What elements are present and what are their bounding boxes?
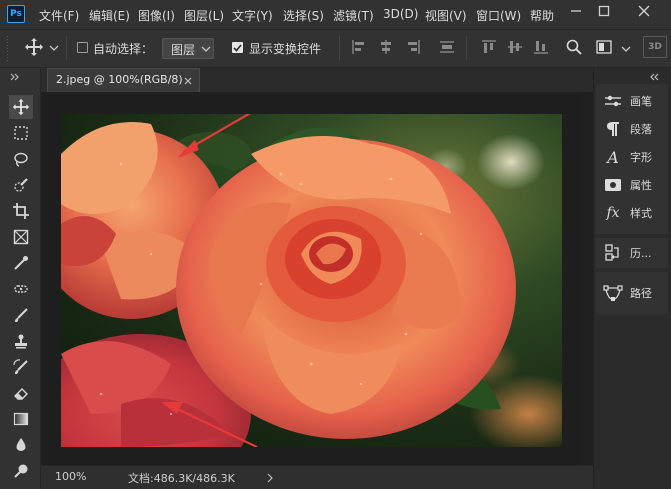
auto-select-label: 自动选择： bbox=[93, 42, 154, 56]
document-info: 文档:486.3K/486.3K bbox=[128, 472, 235, 485]
menu-view[interactable]: 视图(V) bbox=[425, 7, 467, 24]
rose-photo-image bbox=[61, 114, 562, 447]
panel-properties[interactable]: 属性 bbox=[602, 174, 664, 196]
align-left-edges-icon[interactable] bbox=[351, 39, 367, 58]
panel-label: 路径 bbox=[630, 287, 652, 300]
photoshop-logo: Ps bbox=[7, 5, 25, 23]
quick-selection-tool-icon[interactable] bbox=[9, 173, 33, 197]
options-divider bbox=[339, 36, 340, 60]
history-icon bbox=[602, 244, 624, 262]
3d-mode-label: 3D bbox=[648, 42, 662, 52]
toolbar-grip-icon bbox=[8, 86, 34, 96]
dodge-tool-icon[interactable] bbox=[9, 459, 33, 483]
history-brush-tool-icon[interactable] bbox=[9, 355, 33, 379]
paths-icon bbox=[602, 285, 624, 301]
workspace-switcher-icon[interactable] bbox=[596, 39, 614, 58]
show-transform-checkbox[interactable] bbox=[232, 42, 243, 53]
menu-image[interactable]: 图像(I) bbox=[138, 7, 175, 24]
menu-layer[interactable]: 图层(L) bbox=[184, 7, 224, 24]
canvas[interactable] bbox=[61, 114, 562, 447]
glyphs-icon: A bbox=[607, 147, 619, 167]
rectangular-marquee-tool-icon[interactable] bbox=[9, 121, 33, 145]
lasso-tool-icon[interactable] bbox=[9, 147, 33, 171]
auto-select-target-dropdown[interactable]: 图层 bbox=[162, 38, 214, 59]
chevron-down-icon bbox=[201, 46, 211, 52]
panel-label: 段落 bbox=[630, 123, 652, 136]
panel-paths[interactable]: 路径 bbox=[602, 282, 664, 304]
logo-text: Ps bbox=[10, 9, 22, 19]
panel-label: 属性 bbox=[630, 179, 652, 192]
move-tool-icon[interactable] bbox=[9, 95, 33, 119]
panel-glyphs[interactable]: A 字形 bbox=[602, 146, 664, 168]
options-grip-icon bbox=[6, 36, 9, 62]
panel-paragraph[interactable]: 段落 bbox=[602, 118, 664, 140]
align-vertical-centers-icon[interactable] bbox=[507, 39, 523, 58]
eyedropper-tool-icon[interactable] bbox=[9, 251, 33, 275]
close-document-icon[interactable] bbox=[184, 77, 192, 85]
expand-panels-icon[interactable] bbox=[650, 70, 660, 84]
menu-edit[interactable]: 编辑(E) bbox=[89, 7, 130, 24]
document-tab-title: 2.jpeg @ 100%(RGB/8) bbox=[56, 73, 183, 86]
menu-select[interactable]: 选择(S) bbox=[283, 7, 324, 24]
menu-help[interactable]: 帮助 bbox=[530, 7, 554, 24]
options-divider bbox=[466, 36, 467, 60]
brush-tool-icon[interactable] bbox=[9, 303, 33, 327]
dropdown-value: 图层 bbox=[171, 43, 196, 57]
distribute-icon[interactable] bbox=[439, 39, 455, 58]
auto-select-checkbox[interactable] bbox=[77, 42, 88, 53]
clone-stamp-tool-icon[interactable] bbox=[9, 329, 33, 353]
panel-styles[interactable]: fx 样式 bbox=[602, 202, 664, 224]
search-icon[interactable] bbox=[566, 39, 582, 58]
options-divider bbox=[66, 36, 67, 60]
brush-settings-icon bbox=[602, 94, 624, 108]
move-tool-preset-icon[interactable] bbox=[24, 37, 44, 57]
eraser-tool-icon[interactable] bbox=[9, 381, 33, 405]
menu-file[interactable]: 文件(F) bbox=[39, 7, 79, 24]
checkmark-icon bbox=[233, 44, 242, 52]
close-icon[interactable] bbox=[628, 0, 660, 22]
workspace-chevron-down-icon[interactable] bbox=[621, 42, 631, 56]
menu-window[interactable]: 窗口(W) bbox=[476, 7, 521, 24]
blur-tool-icon[interactable] bbox=[9, 433, 33, 457]
show-transform-label: 显示变换控件 bbox=[249, 42, 322, 56]
align-top-edges-icon[interactable] bbox=[481, 39, 497, 58]
crop-tool-icon[interactable] bbox=[9, 199, 33, 223]
panel-label: 样式 bbox=[630, 207, 652, 220]
paragraph-icon bbox=[602, 121, 624, 137]
align-right-edges-icon[interactable] bbox=[405, 39, 421, 58]
collapse-toolbar-icon[interactable] bbox=[10, 70, 20, 84]
properties-icon bbox=[602, 178, 624, 192]
align-horizontal-centers-icon[interactable] bbox=[378, 39, 394, 58]
align-bottom-edges-icon[interactable] bbox=[533, 39, 549, 58]
status-bar bbox=[41, 465, 593, 489]
styles-icon: fx bbox=[606, 205, 620, 221]
status-chevron-right-icon[interactable] bbox=[266, 472, 274, 486]
panel-brush-settings[interactable]: 画笔 bbox=[602, 90, 664, 112]
menu-filter[interactable]: 滤镜(T) bbox=[333, 7, 374, 24]
spot-healing-brush-tool-icon[interactable] bbox=[9, 277, 33, 301]
tool-preset-chevron-down-icon[interactable] bbox=[49, 41, 59, 55]
maximize-icon[interactable] bbox=[588, 0, 620, 22]
menu-3d[interactable]: 3D(D) bbox=[383, 7, 418, 21]
panel-history[interactable]: 历... bbox=[602, 242, 664, 264]
panel-label: 字形 bbox=[630, 151, 652, 164]
panel-label: 历... bbox=[630, 247, 652, 260]
3d-mode-button[interactable]: 3D bbox=[643, 36, 667, 58]
document-tab[interactable]: 2.jpeg @ 100%(RGB/8) bbox=[47, 68, 200, 92]
gradient-tool-icon[interactable] bbox=[9, 407, 33, 431]
panel-label: 画笔 bbox=[630, 95, 652, 108]
menu-type[interactable]: 文字(Y) bbox=[232, 7, 273, 24]
frame-tool-icon[interactable] bbox=[9, 225, 33, 249]
zoom-level[interactable]: 100% bbox=[55, 470, 86, 483]
